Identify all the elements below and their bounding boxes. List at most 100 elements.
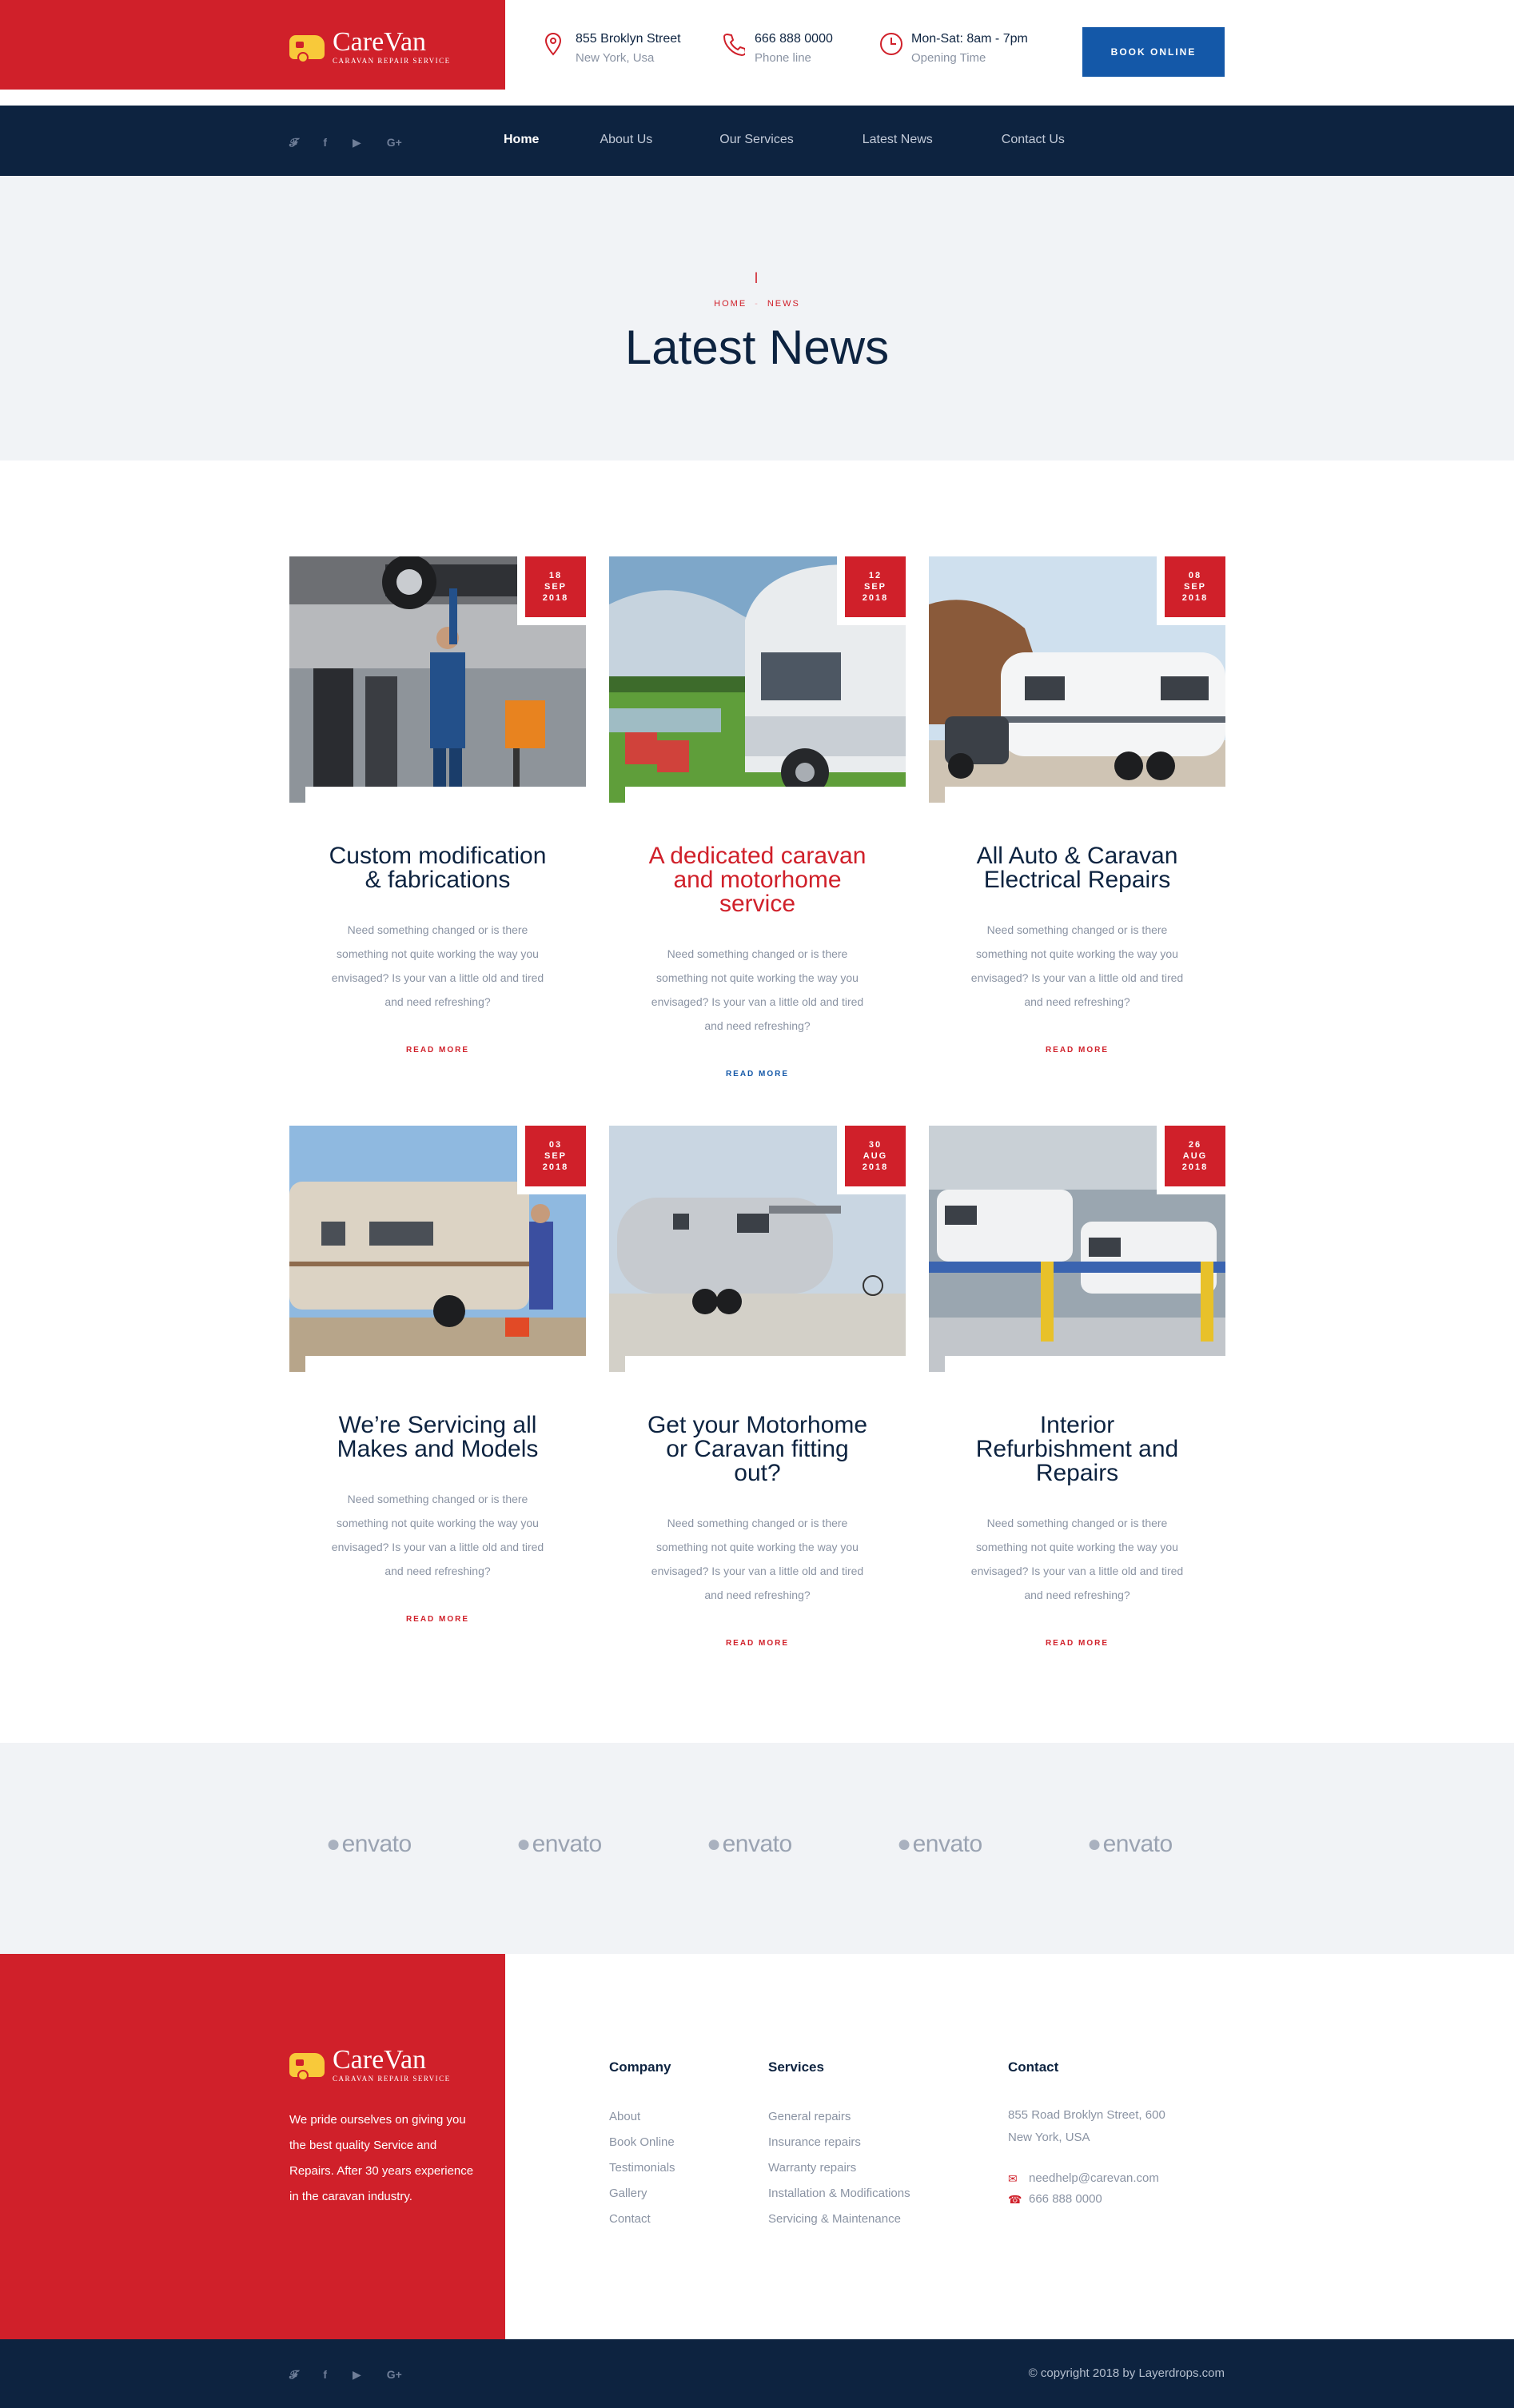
date-day: 30 bbox=[868, 1140, 883, 1150]
breadcrumb-current: NEWS bbox=[767, 299, 800, 309]
post-title[interactable]: A dedicated caravan and motorhome servic… bbox=[609, 844, 906, 916]
caravan-logo-icon bbox=[289, 34, 325, 63]
post-title[interactable]: All Auto & Caravan Electrical Repairs bbox=[929, 844, 1225, 892]
date-badge: 03 SEP 2018 bbox=[517, 1126, 586, 1194]
hours-line1: Mon-Sat: 8am - 7pm bbox=[911, 32, 1028, 46]
read-more-link[interactable]: READ MORE bbox=[929, 1046, 1225, 1054]
header-phone: 666 888 0000 Phone line bbox=[723, 32, 833, 65]
partner-logo[interactable]: ●envato bbox=[897, 1831, 982, 1858]
card-notch bbox=[305, 1356, 586, 1372]
footer-phone-row[interactable]: ☎ 666 888 0000 bbox=[1008, 2189, 1165, 2210]
date-month: SEP bbox=[863, 582, 886, 592]
copyright: © copyright 2018 by Layerdrops.com bbox=[1028, 2366, 1225, 2380]
card-notch bbox=[945, 1356, 1225, 1372]
partner-name: envato bbox=[532, 1831, 603, 1857]
clock-icon bbox=[879, 32, 902, 56]
nav-item-home[interactable]: Home bbox=[504, 133, 539, 147]
footer-link-general-repairs[interactable]: General repairs bbox=[768, 2104, 910, 2130]
hours-line2: Opening Time bbox=[911, 51, 986, 65]
date-badge: 26 AUG 2018 bbox=[1157, 1126, 1225, 1194]
page-title: Latest News bbox=[624, 321, 890, 374]
nav-item-about-us[interactable]: About Us bbox=[600, 133, 652, 147]
youtube-icon[interactable]: ▶ bbox=[353, 136, 361, 150]
phone-icon bbox=[723, 32, 747, 57]
footer-logo[interactable]: CareVan Caravan Repair Service bbox=[289, 2047, 451, 2083]
date-day: 26 bbox=[1188, 1140, 1202, 1150]
partner-logos: ●envato ●envato ●envato ●envato ●envato bbox=[0, 1743, 1514, 1954]
post-excerpt: Need something changed or is there somet… bbox=[970, 923, 1184, 1008]
header-hours: Mon-Sat: 8am - 7pm Opening Time bbox=[879, 32, 1028, 65]
youtube-icon[interactable]: ▶ bbox=[353, 2368, 361, 2382]
page-hero: l HOME - NEWS Latest News bbox=[0, 176, 1514, 460]
footer-link-gallery[interactable]: Gallery bbox=[609, 2181, 675, 2207]
partner-logo[interactable]: ●envato bbox=[516, 1831, 602, 1858]
date-badge: 12 SEP 2018 bbox=[837, 556, 906, 625]
nav-menu: Home About Us Our Services Latest News C… bbox=[504, 133, 1065, 147]
envato-leaf-icon: ● bbox=[326, 1831, 341, 1857]
google-plus-icon[interactable]: G+ bbox=[387, 136, 402, 150]
footer-address-line2: New York, USA bbox=[1008, 2131, 1090, 2144]
book-online-button[interactable]: BOOK ONLINE bbox=[1082, 27, 1225, 77]
footer-company-column: Company About Book Online Testimonials G… bbox=[609, 2059, 675, 2232]
footer-phone[interactable]: 666 888 0000 bbox=[1029, 2189, 1102, 2210]
partner-logo[interactable]: ●envato bbox=[1087, 1831, 1173, 1858]
partner-name: envato bbox=[722, 1831, 793, 1857]
breadcrumb-home[interactable]: HOME bbox=[714, 299, 747, 309]
partner-logo[interactable]: ●envato bbox=[707, 1831, 792, 1858]
phone-line1: 666 888 0000 bbox=[755, 32, 833, 46]
post-excerpt: Need something changed or is there somet… bbox=[331, 923, 544, 1008]
twitter-icon[interactable]: 𝓕 bbox=[289, 136, 297, 150]
read-more-link[interactable]: READ MORE bbox=[289, 1615, 586, 1624]
date-badge: 30 AUG 2018 bbox=[837, 1126, 906, 1194]
envato-leaf-icon: ● bbox=[897, 1831, 911, 1857]
logo[interactable]: CareVan Caravan Repair Service bbox=[289, 29, 451, 65]
footer-link-servicing[interactable]: Servicing & Maintenance bbox=[768, 2207, 910, 2232]
footer-link-warranty-repairs[interactable]: Warranty repairs bbox=[768, 2155, 910, 2181]
post-title[interactable]: Custom modification & fabrications bbox=[289, 844, 586, 892]
nav-item-contact-us[interactable]: Contact Us bbox=[1002, 133, 1065, 147]
date-year: 2018 bbox=[862, 1162, 889, 1172]
read-more-link[interactable]: READ MORE bbox=[289, 1046, 586, 1054]
post-title[interactable]: Interior Refurbishment and Repairs bbox=[929, 1413, 1225, 1485]
footer-services-title: Services bbox=[768, 2059, 824, 2075]
read-more-link[interactable]: READ MORE bbox=[609, 1639, 906, 1648]
post-excerpt: Need something changed or is there somet… bbox=[331, 1493, 544, 1577]
logo-tagline: Caravan Repair Service bbox=[333, 57, 451, 65]
footer-contact-column: Contact 855 Road Broklyn Street, 600 New… bbox=[1008, 2059, 1165, 2210]
phone-icon: ☎ bbox=[1008, 2193, 1022, 2206]
facebook-icon[interactable]: f bbox=[323, 136, 327, 150]
footer-social-links: 𝓕 f ▶ G+ bbox=[289, 2368, 402, 2382]
nav-item-our-services[interactable]: Our Services bbox=[719, 133, 793, 147]
read-more-link[interactable]: READ MORE bbox=[609, 1070, 906, 1078]
date-month: AUG bbox=[1182, 1151, 1208, 1161]
footer-link-insurance-repairs[interactable]: Insurance repairs bbox=[768, 2130, 910, 2155]
facebook-icon[interactable]: f bbox=[323, 2368, 327, 2382]
card-notch bbox=[945, 787, 1225, 803]
google-plus-icon[interactable]: G+ bbox=[387, 2368, 402, 2382]
post-title[interactable]: We’re Servicing all Makes and Models bbox=[289, 1413, 586, 1461]
logo-panel: CareVan Caravan Repair Service bbox=[0, 0, 505, 90]
footer-email[interactable]: needhelp@carevan.com bbox=[1029, 2168, 1159, 2189]
date-year: 2018 bbox=[1181, 593, 1209, 603]
date-day: 08 bbox=[1188, 571, 1202, 580]
date-month: AUG bbox=[863, 1151, 888, 1161]
footer-link-contact[interactable]: Contact bbox=[609, 2207, 675, 2232]
nav-item-latest-news[interactable]: Latest News bbox=[863, 133, 933, 147]
footer-company-title: Company bbox=[609, 2059, 671, 2075]
read-more-link[interactable]: READ MORE bbox=[929, 1639, 1225, 1648]
footer-link-book-online[interactable]: Book Online bbox=[609, 2130, 675, 2155]
page: CareVan Caravan Repair Service 855 Brokl… bbox=[0, 0, 1514, 2408]
footer-link-testimonials[interactable]: Testimonials bbox=[609, 2155, 675, 2181]
partner-logo[interactable]: ●envato bbox=[326, 1831, 412, 1858]
footer-email-row[interactable]: ✉ needhelp@carevan.com bbox=[1008, 2168, 1165, 2189]
envato-leaf-icon: ● bbox=[707, 1831, 721, 1857]
date-day: 12 bbox=[868, 571, 883, 580]
twitter-icon[interactable]: 𝓕 bbox=[289, 2368, 297, 2382]
date-day: 18 bbox=[548, 571, 563, 580]
footer-link-about[interactable]: About bbox=[609, 2104, 675, 2130]
footer-link-installation[interactable]: Installation & Modifications bbox=[768, 2181, 910, 2207]
caravan-logo-icon bbox=[289, 2052, 325, 2081]
date-month: SEP bbox=[1183, 582, 1206, 592]
post-title[interactable]: Get your Motorhome or Caravan fitting ou… bbox=[609, 1413, 906, 1485]
footer-address-line1: 855 Road Broklyn Street, 600 bbox=[1008, 2108, 1165, 2122]
